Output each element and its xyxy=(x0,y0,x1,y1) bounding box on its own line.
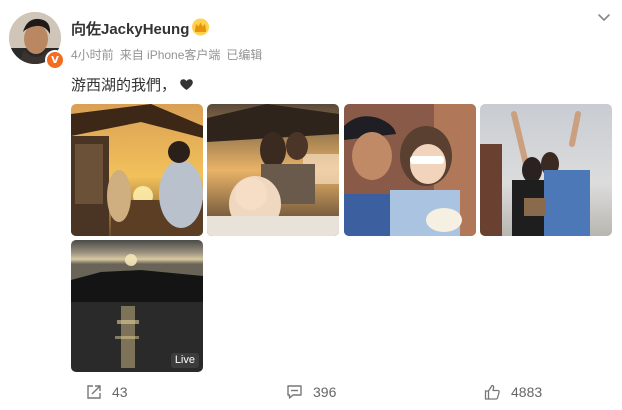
photo-1-image xyxy=(71,104,203,236)
crown-icon xyxy=(192,18,209,36)
verified-badge: V xyxy=(45,50,65,70)
comment-button[interactable]: 396 xyxy=(286,384,336,400)
post-time[interactable]: 4小时前 xyxy=(71,48,114,62)
post-source: 来自 iPhone客户端 xyxy=(119,48,221,62)
post-text: 游西湖的我們， xyxy=(71,74,194,95)
author-name[interactable]: 向佐JackyHeung xyxy=(71,18,189,39)
photo-2-image xyxy=(207,104,339,236)
chevron-down-icon[interactable] xyxy=(597,12,611,24)
photo-3-image xyxy=(344,104,476,236)
live-badge: Live xyxy=(170,353,199,368)
share-count: 43 xyxy=(112,384,128,400)
photo-1[interactable] xyxy=(71,104,203,236)
post-text-content: 游西湖的我們， xyxy=(71,77,177,94)
share-icon xyxy=(87,385,101,399)
heart-icon xyxy=(180,79,193,90)
photo-2[interactable] xyxy=(207,104,339,236)
share-button[interactable]: 43 xyxy=(86,384,128,400)
thumbs-up-icon xyxy=(484,384,500,400)
photo-5[interactable]: Live xyxy=(71,240,203,372)
post-meta: 4小时前 来自 iPhone客户端 已编辑 xyxy=(71,46,268,63)
like-button[interactable]: 4883 xyxy=(484,384,542,400)
comment-icon xyxy=(287,385,302,399)
photo-3[interactable] xyxy=(344,104,476,236)
photo-4-image xyxy=(480,104,612,236)
edited-label[interactable]: 已编辑 xyxy=(226,48,262,62)
comment-count: 396 xyxy=(313,384,337,400)
photo-4[interactable] xyxy=(480,104,612,236)
like-count: 4883 xyxy=(511,384,543,400)
